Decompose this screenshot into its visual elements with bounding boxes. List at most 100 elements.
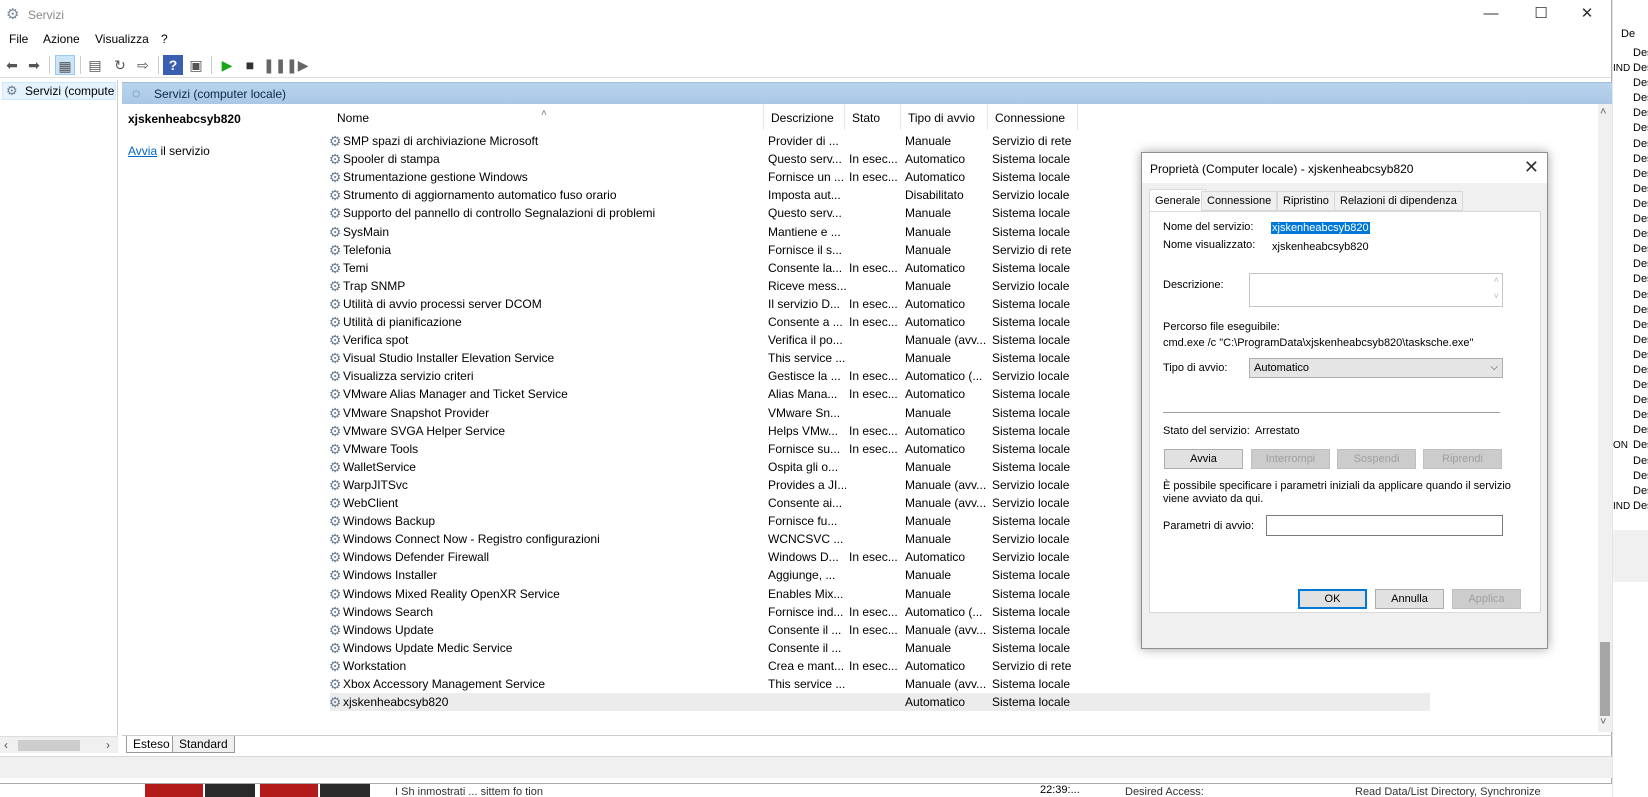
service-status-cell: In esec... [849, 387, 898, 402]
minimize-button[interactable]: — [1468, 0, 1514, 30]
display-name-value: xjskenheabcsyb820 [1272, 241, 1369, 253]
tab-relazioni-dipendenza[interactable]: Relazioni di dipendenza [1334, 191, 1463, 211]
gear-icon: ⚙ [330, 676, 342, 692]
background-cell: Des [1633, 394, 1648, 407]
properties-icon[interactable]: ▤ [85, 55, 105, 75]
service-startup-cell: Manuale (avv... [905, 496, 987, 510]
close-icon[interactable]: ✕ [1524, 157, 1539, 178]
scrollbar-thumb[interactable] [18, 740, 80, 751]
menu-visualizza[interactable]: Visualizza [95, 32, 149, 46]
background-edge-cell [1613, 182, 1630, 197]
tab-generale[interactable]: Generale [1149, 189, 1207, 212]
column-header-startup-type[interactable]: Tipo di avvio [901, 104, 988, 130]
title-bar[interactable]: ⚙ Servizi — ☐ ✕ [0, 0, 1611, 30]
service-description-cell: Helps VMw... [768, 423, 839, 438]
restart-icon[interactable]: ❚▶ [286, 55, 309, 75]
service-logon-cell: Sistema locale [992, 604, 1071, 619]
stop-button[interactable]: Interrompi [1251, 449, 1330, 469]
console-tree-icon[interactable]: ▦ [55, 55, 75, 75]
column-header-description[interactable]: Descrizione [764, 104, 845, 130]
description-field[interactable]: ˄ ˅ [1249, 273, 1503, 307]
background-cell: Des [1633, 454, 1648, 467]
service-startup-cell: Automatico [905, 387, 966, 402]
service-name-label: Nome del servizio: [1163, 221, 1254, 233]
background-edge-cell [1613, 272, 1630, 287]
menu-azione[interactable]: Azione [43, 32, 80, 46]
table-row[interactable]: ⚙ Workstation Crea e mant... In esec... Auto… [330, 657, 1430, 675]
cancel-button[interactable]: Annulla [1375, 589, 1444, 609]
table-row[interactable]: ⚙ xjskenheabcsyb820 Automatico Sistema loca… [330, 693, 1430, 712]
tree-horizontal-scrollbar[interactable]: ‹ › [0, 736, 118, 753]
service-name-cell: Strumentazione gestione Windows [343, 170, 528, 185]
stop-icon[interactable]: ■ [240, 55, 260, 75]
export-icon[interactable]: ⇨ [133, 55, 153, 75]
start-params-input[interactable] [1266, 515, 1503, 536]
service-name-cell: WalletService [343, 459, 416, 474]
resume-button[interactable]: Riprendi [1423, 449, 1502, 469]
service-logon-cell: Sistema locale [992, 260, 1071, 275]
service-logon-cell: Sistema locale [992, 405, 1071, 420]
show-action-pane-icon[interactable]: ▣ [186, 55, 206, 75]
chevron-down-icon[interactable]: ˅ [1494, 291, 1499, 301]
column-header-status[interactable]: Stato [845, 104, 901, 130]
background-cell: Des [1633, 318, 1648, 331]
pause-button[interactable]: Sospendi [1337, 449, 1416, 469]
maximize-button[interactable]: ☐ [1518, 0, 1564, 30]
service-logon-cell: Servizio di rete [992, 134, 1072, 148]
help-icon[interactable]: ? [163, 55, 183, 75]
scrollbar-thumb[interactable] [1600, 642, 1610, 716]
service-name-value[interactable]: xjskenheabcsyb820 [1271, 222, 1370, 234]
chevron-right-icon[interactable]: › [106, 737, 110, 753]
service-startup-cell: Manuale [905, 568, 952, 583]
service-name-cell: Strumento di aggiornamento automatico fu… [343, 188, 617, 203]
arrow-left-icon[interactable]: ⬅ [2, 55, 22, 75]
column-header-logon[interactable]: Connessione [988, 104, 1078, 130]
service-name-cell: Workstation [343, 658, 407, 673]
service-description-cell: WCNCSVC ... [768, 532, 844, 547]
service-logon-cell: Servizio locale [992, 477, 1070, 492]
chevron-up-icon[interactable]: ˄ [1600, 106, 1606, 118]
tab-esteso[interactable]: Esteso [126, 736, 177, 753]
background-cell: Des [1633, 273, 1648, 286]
startup-type-select[interactable]: Automatico ⌵ [1249, 358, 1503, 378]
menu-file[interactable]: File [9, 32, 28, 46]
view-tabs: Esteso Standard [122, 735, 1612, 753]
start-button[interactable]: Avvia [1164, 449, 1243, 469]
refresh-icon[interactable]: ↻ [110, 55, 130, 75]
chevron-left-icon[interactable]: ‹ [4, 737, 8, 753]
gear-icon: ⚙ [330, 259, 342, 276]
tree-node-services[interactable]: ⚙ Servizi (computer locale) [2, 82, 116, 100]
background-column: Des Des Des Des Des Des Des Des Des Des Des Des Des D… [1633, 46, 1648, 514]
arrow-right-icon[interactable]: ➡ [24, 55, 44, 75]
service-status-cell: In esec... [849, 550, 898, 565]
list-vertical-scrollbar[interactable]: ˄ ˅ [1598, 104, 1612, 732]
close-button[interactable]: ✕ [1564, 0, 1610, 30]
service-name-cell: Windows Mixed Reality OpenXR Service [343, 586, 560, 601]
table-row[interactable]: ⚙ SMP spazi di archiviazione Microsoft Pro… [330, 132, 1430, 150]
pause-icon[interactable]: ❚❚ [263, 55, 286, 75]
tab-standard[interactable]: Standard [172, 736, 235, 753]
dialog-title-bar[interactable]: Proprietà (Computer locale) - xjskenheab… [1142, 153, 1547, 183]
service-startup-cell: Manuale (avv... [905, 677, 987, 691]
gear-icon: ⚙ [330, 133, 342, 149]
chevron-down-icon[interactable]: ˅ [1600, 716, 1606, 728]
service-name-cell: Windows Defender Firewall [343, 550, 490, 565]
start-service-link[interactable]: Avvia [128, 144, 157, 158]
background-cell: Des [1633, 137, 1648, 150]
chevron-up-icon[interactable]: ˄ [1494, 275, 1499, 285]
background-edge-cell [1613, 76, 1630, 91]
ok-button[interactable]: OK [1298, 589, 1367, 609]
tab-ripristino[interactable]: Ripristino [1277, 191, 1335, 211]
gear-icon: ⚙ [330, 386, 342, 403]
apply-button[interactable]: Applica [1452, 589, 1521, 609]
service-startup-cell: Manuale [905, 459, 952, 474]
tab-connessione[interactable]: Connessione [1201, 191, 1278, 211]
column-header-name[interactable]: Nome ˄ [330, 104, 764, 130]
service-logon-cell: Servizio di rete [992, 658, 1072, 673]
menu-help[interactable]: ? [161, 32, 168, 46]
background-edge-cell [1613, 484, 1630, 499]
play-icon[interactable]: ▶ [217, 55, 237, 75]
service-status-value: Arrestato [1255, 425, 1300, 437]
table-row[interactable]: ⚙ Xbox Accessory Management Service This s… [330, 675, 1430, 693]
background-cell: Des [1633, 107, 1648, 120]
